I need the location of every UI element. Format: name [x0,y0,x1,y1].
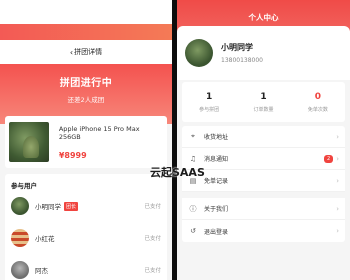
info-icon: ⓘ [189,204,197,213]
stat-orders[interactable]: 1 订单数量 [236,92,290,113]
group-status-banner: 拼团进行中 还差2人成团 [0,64,172,124]
notification-badge: 2 [324,154,334,163]
chevron-right-icon: › [336,176,339,185]
logout-icon: ↺ [190,227,196,235]
settings-menu: ⌖ 收货地址 › ♫ 消息通知 2 › ▤ 免单记录 › ⓘ 关于我们 › ↺ … [182,126,345,242]
payment-status: 已支付 [144,268,161,274]
chevron-right-icon: › [336,154,339,163]
page-title: 个人中心 [248,13,279,22]
avatar [185,39,213,67]
stat-groups[interactable]: 1 参与拼团 [182,92,236,113]
member-name: 小红花 [35,235,55,243]
payment-status: 已支付 [144,204,161,210]
user-phone: 13800138000 [221,57,263,64]
stat-value: 0 [314,91,321,102]
stat-free-orders[interactable]: 0 免单次数 [291,92,345,113]
stat-value: 1 [206,91,213,102]
watermark: 云起SAAS [150,166,205,179]
group-status-subtitle: 还差2人成团 [67,96,105,104]
members-section: 参与用户 小明同学 团长 已支付 小红花 已支付 阿杰 已支付 [5,174,167,280]
product-card[interactable]: Apple iPhone 15 Pro Max 256GB ¥8999 [5,116,167,168]
chevron-right-icon: › [336,132,339,141]
profile-screen: 个人中心 小明同学 13800138000 1 参与拼团 1 订单数量 0 免单… [177,0,350,280]
status-bar [0,0,172,24]
stat-label: 免单次数 [307,106,328,113]
group-detail-screen: ‹ 拼团详情 拼团进行中 还差2人成团 Apple iPhone 15 Pro … [0,0,172,280]
back-arrow-icon[interactable]: ‹ [70,48,73,57]
menu-item-address[interactable]: ⌖ 收货地址 › [182,126,345,148]
members-title: 参与用户 [11,182,37,190]
user-name: 小明同学 [221,43,253,52]
stat-label: 参与拼团 [199,106,220,113]
member-row[interactable]: 阿杰 已支付 [11,254,161,280]
chevron-right-icon: › [336,227,339,235]
payment-status: 已支付 [144,236,161,242]
member-row[interactable]: 小红花 已支付 [11,222,161,254]
menu-label: 关于我们 [204,206,229,213]
chevron-right-icon: › [336,204,339,213]
menu-label: 消息通知 [204,156,229,163]
menu-item-logout[interactable]: ↺ 退出登录 › [182,220,345,242]
product-thumbnail [9,122,49,162]
leader-badge: 团长 [64,201,79,211]
menu-label: 收货地址 [204,134,229,141]
menu-label: 免单记录 [204,178,229,185]
product-price: ¥8999 [58,150,87,160]
stat-value: 1 [260,91,267,102]
nav-title: 拼团详情 [74,48,103,56]
member-row[interactable]: 小明同学 团长 已支付 [11,190,161,222]
product-name: Apple iPhone 15 Pro Max 256GB [58,124,140,141]
group-status-title: 拼团进行中 [59,78,113,89]
member-name: 小明同学 [35,203,61,211]
menu-item-about[interactable]: ⓘ 关于我们 › [182,198,345,220]
avatar [11,261,29,279]
stat-label: 订单数量 [253,106,274,113]
user-profile-card[interactable]: 小明同学 13800138000 [177,26,350,80]
stats-panel: 1 参与拼团 1 订单数量 0 免单次数 [182,82,345,122]
menu-label: 退出登录 [204,228,229,236]
location-icon: ⌖ [191,132,195,140]
avatar [11,197,29,215]
bell-icon: ♫ [189,154,197,163]
menu-item-notifications[interactable]: ♫ 消息通知 2 › [182,148,345,170]
menu-item-free-records[interactable]: ▤ 免单记录 › [182,170,345,192]
nav-bar: ‹ 拼团详情 [0,40,172,64]
avatar [11,229,29,247]
member-name: 阿杰 [35,267,48,275]
top-accent-strip [0,24,172,40]
